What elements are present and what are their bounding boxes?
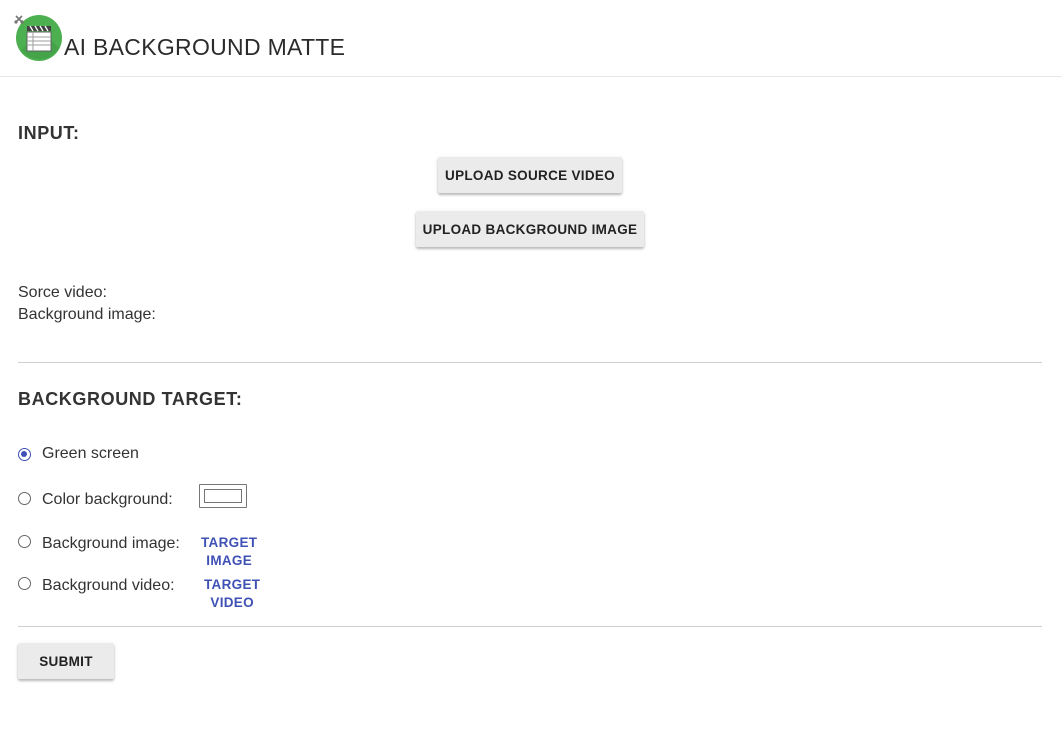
green-screen-label: Green screen	[42, 445, 139, 462]
color-picker-value	[204, 489, 242, 503]
section-divider-bottom	[18, 626, 1042, 627]
film-clapperboard-icon	[14, 15, 62, 61]
background-video-radio[interactable]	[18, 577, 31, 590]
background-image-radio[interactable]	[18, 535, 31, 548]
section-divider	[18, 362, 1042, 363]
app-header: AI BACKGROUND MATTE	[0, 0, 1062, 77]
target-image-button[interactable]: TARGET IMAGE	[201, 534, 257, 570]
green-screen-radio[interactable]	[18, 448, 31, 461]
app-title: AI BACKGROUND MATTE	[64, 34, 346, 60]
background-image-option-label: Background image:	[42, 535, 180, 552]
color-picker-swatch[interactable]	[199, 484, 247, 508]
source-video-label: Sorce video:	[18, 284, 107, 301]
color-background-label: Color background:	[42, 491, 173, 508]
input-section-title: INPUT:	[18, 123, 80, 143]
background-target-section-title: BACKGROUND TARGET:	[18, 389, 243, 409]
background-video-option-label: Background video:	[42, 577, 175, 594]
upload-background-image-button[interactable]: UPLOAD BACKGROUND IMAGE	[416, 211, 644, 247]
background-image-label: Background image:	[18, 306, 156, 323]
submit-button[interactable]: SUBMIT	[18, 643, 114, 679]
upload-source-video-button[interactable]: UPLOAD SOURCE VIDEO	[438, 157, 622, 193]
target-video-button[interactable]: TARGET VIDEO	[204, 576, 260, 612]
color-background-radio[interactable]	[18, 492, 31, 505]
